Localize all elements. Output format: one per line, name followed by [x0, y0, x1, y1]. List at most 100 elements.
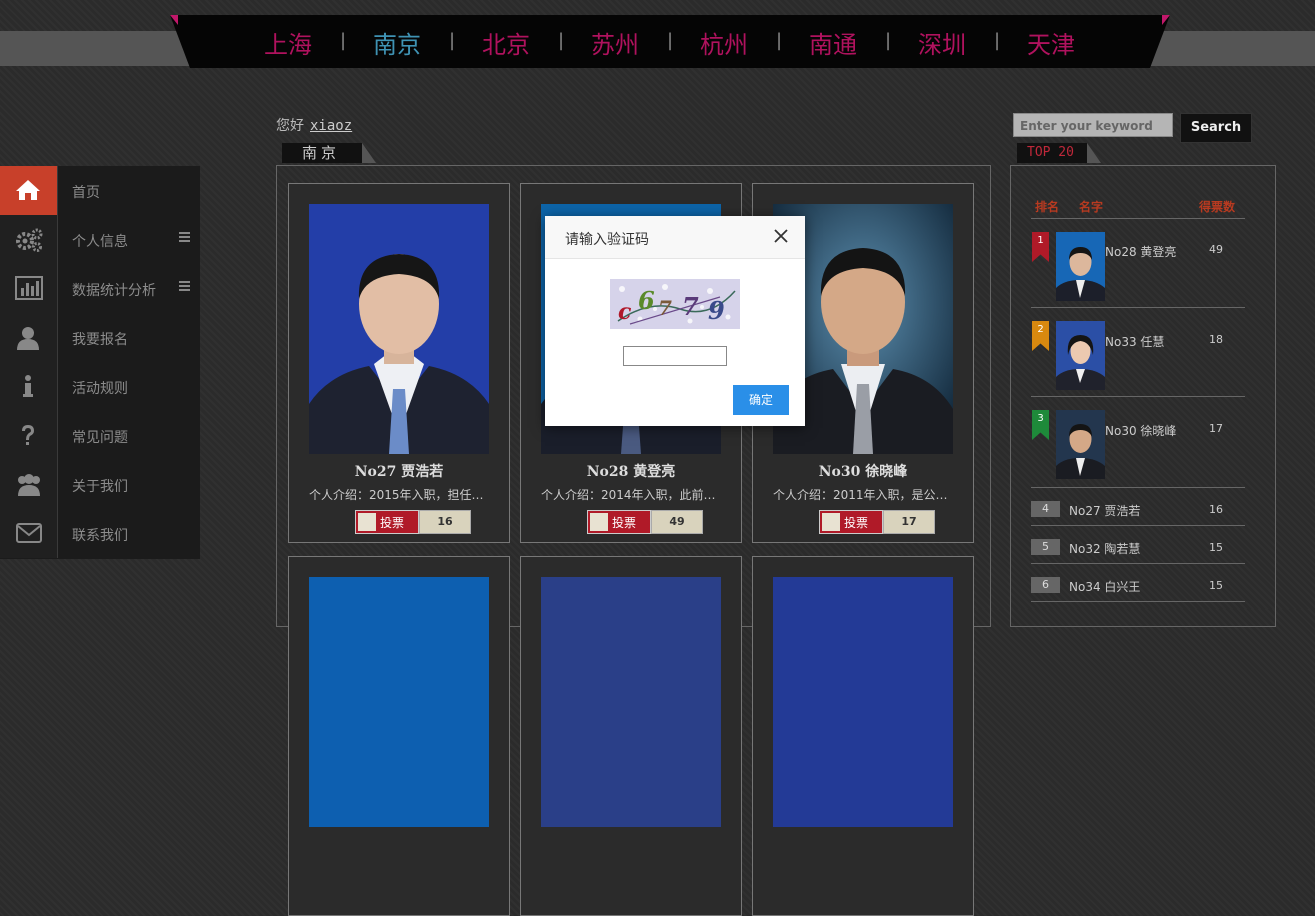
candidate-photo[interactable]: [309, 204, 489, 454]
section-title: 南京: [302, 144, 341, 162]
city-separator: |: [340, 30, 347, 51]
rank-name[interactable]: No32 陶若慧: [1069, 540, 1140, 557]
rank-badge: 6: [1031, 577, 1060, 593]
candidate-card: [520, 556, 742, 916]
top-name[interactable]: No30 徐晓峰: [1105, 422, 1176, 439]
rank-votes: 15: [1209, 579, 1223, 592]
sidebar-item-contact[interactable]: 联系我们: [0, 509, 200, 558]
sidebar-item-signup[interactable]: 我要报名: [0, 313, 200, 362]
sidebar-icon-box: [0, 264, 58, 313]
svg-text:7: 7: [658, 296, 672, 320]
city-link-nanjing[interactable]: 南京: [373, 25, 421, 60]
sidebar-item-profile[interactable]: 个人信息: [0, 215, 200, 264]
vote-count: 16: [419, 510, 471, 534]
top-photo[interactable]: [1056, 410, 1105, 479]
top20-tab: TOP 20: [1017, 143, 1101, 163]
sidebar-icon-box: [0, 362, 58, 411]
menu-icon[interactable]: [179, 281, 190, 291]
divider: [1031, 525, 1245, 526]
corner-accent: [1162, 15, 1170, 25]
candidate-intro: 个人介绍：2014年入职，此前…: [541, 488, 716, 502]
captcha-image[interactable]: c 6 7 7 9: [610, 279, 740, 329]
city-link-shenzhen[interactable]: 深圳: [918, 25, 966, 60]
divider: [1031, 307, 1245, 308]
rank-votes: 16: [1209, 503, 1223, 516]
greeting-text: 您好: [276, 118, 304, 134]
sidebar-item-rules[interactable]: 活动规则: [0, 362, 200, 411]
sidebar-icon-box: [0, 509, 58, 558]
city-link-tianjin[interactable]: 天津: [1027, 25, 1075, 60]
section-tab: 南京: [282, 143, 376, 163]
top-photo[interactable]: [1056, 232, 1105, 301]
city-link-nantong[interactable]: 南通: [809, 25, 857, 60]
sidebar: 首页 个人信息 数据统计分析 我要报名 活动规则 常见问题 关于我们 联系我们: [0, 166, 200, 559]
city-separator: |: [994, 30, 1001, 51]
dialog-header: 请输入验证码: [545, 216, 805, 259]
question-icon: [22, 425, 34, 445]
candidate-photo[interactable]: [773, 577, 953, 827]
rank-name[interactable]: No27 贾浩若: [1069, 502, 1140, 519]
candidate-photo[interactable]: [541, 577, 721, 827]
candidate-intro: 个人介绍：2011年入职，是公…: [773, 488, 948, 502]
vote-label: 投票: [380, 516, 405, 530]
gears-icon: [16, 228, 43, 252]
sidebar-icon-box: [0, 411, 58, 460]
vote-button[interactable]: 投票: [587, 510, 651, 534]
vote-button[interactable]: 投票: [819, 510, 883, 534]
city-separator: |: [667, 30, 674, 51]
confirm-button[interactable]: 确定: [733, 385, 789, 415]
menu-icon[interactable]: [179, 232, 190, 242]
votes-header: 得票数: [1199, 200, 1236, 214]
search-button[interactable]: Search: [1180, 113, 1252, 143]
info-icon: [23, 375, 33, 397]
vote-count: 17: [883, 510, 935, 534]
candidate-name: No28 黄登亮: [586, 464, 676, 480]
sidebar-item-home[interactable]: 首页: [0, 166, 200, 215]
rank-number: 2: [1037, 324, 1044, 335]
thumbs-up-icon: [590, 513, 608, 531]
top-votes: 18: [1209, 333, 1223, 346]
top-photo[interactable]: [1056, 321, 1105, 390]
rank-ribbon: 1: [1032, 232, 1049, 262]
sidebar-item-label: 常见问题: [72, 430, 128, 446]
svg-text:7: 7: [682, 292, 699, 321]
rank-ribbon: 2: [1032, 321, 1049, 351]
city-link-shanghai[interactable]: 上海: [264, 25, 312, 60]
city-link-beijing[interactable]: 北京: [482, 25, 530, 60]
username-link[interactable]: xiaoz: [310, 118, 352, 134]
rank-badge: 4: [1031, 501, 1060, 517]
svg-text:6: 6: [638, 286, 655, 315]
captcha-input[interactable]: [623, 346, 727, 366]
divider: [1031, 218, 1245, 219]
search-input[interactable]: Enter your keyword: [1013, 113, 1173, 137]
sidebar-item-label: 活动规则: [72, 381, 128, 397]
candidate-photo[interactable]: [309, 577, 489, 827]
city-link-hangzhou[interactable]: 杭州: [700, 25, 748, 60]
thumbs-up-icon: [822, 513, 840, 531]
city-separator: |: [449, 30, 456, 51]
rank-number: 3: [1037, 413, 1044, 424]
top-name[interactable]: No28 黄登亮: [1105, 243, 1176, 260]
top-name[interactable]: No33 任慧: [1105, 333, 1164, 350]
vote-label: 投票: [612, 516, 637, 530]
sidebar-item-faq[interactable]: 常见问题: [0, 411, 200, 460]
candidate-intro: 个人介绍：2015年入职，担任…: [309, 488, 484, 502]
sidebar-item-stats[interactable]: 数据统计分析: [0, 264, 200, 313]
tab-corner: [1087, 143, 1101, 163]
vote-button[interactable]: 投票: [355, 510, 419, 534]
rank-number: 1: [1037, 235, 1044, 246]
city-separator: |: [885, 30, 892, 51]
vote-count: 49: [651, 510, 703, 534]
rank-name[interactable]: No34 白兴王: [1069, 578, 1140, 595]
city-link-suzhou[interactable]: 苏州: [591, 25, 639, 60]
top20-panel: 排名 名字 得票数 1 No28 黄登亮 49 2 No33 任慧 18 3 N…: [1010, 165, 1276, 627]
users-icon: [18, 474, 40, 496]
sidebar-item-label: 首页: [72, 185, 100, 201]
bar-chart-icon: [15, 276, 43, 300]
divider: [1031, 601, 1245, 602]
candidate-name: No27 贾浩若: [354, 464, 444, 480]
rank-ribbon: 3: [1032, 410, 1049, 440]
sidebar-item-about[interactable]: 关于我们: [0, 460, 200, 509]
close-icon[interactable]: [773, 228, 789, 244]
sidebar-item-label: 我要报名: [72, 332, 128, 348]
